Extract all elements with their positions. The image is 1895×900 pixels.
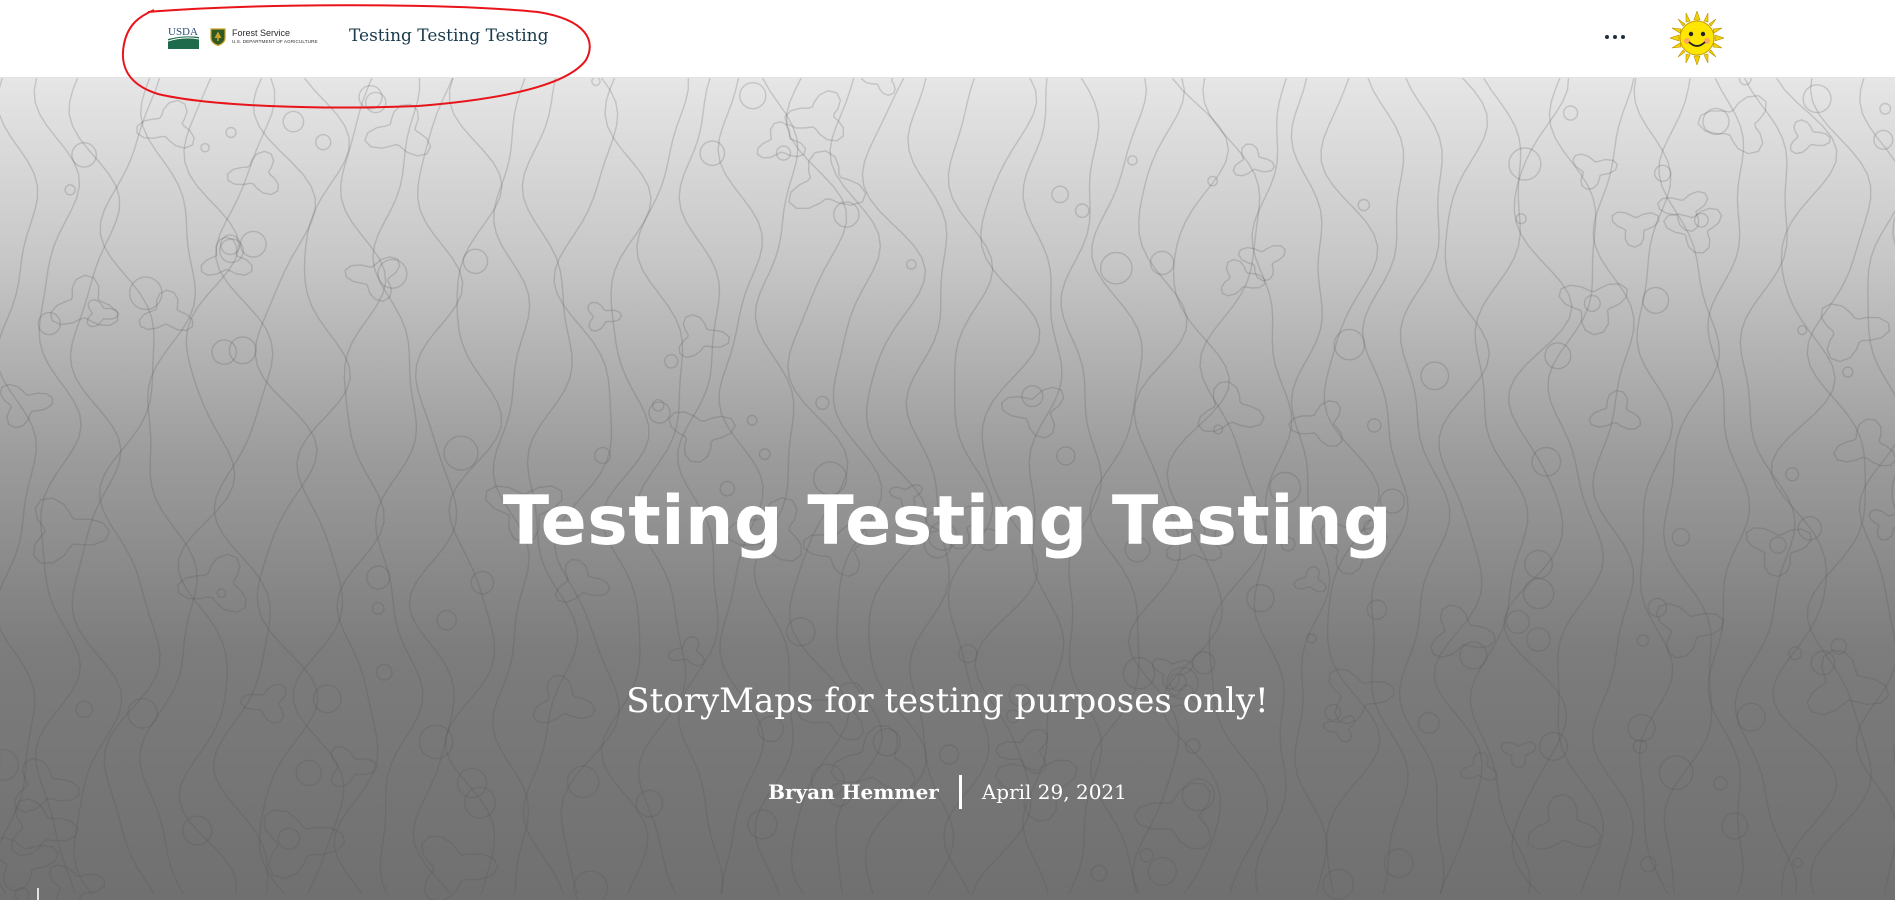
usda-logo: USDA (168, 26, 200, 49)
more-dot (1613, 35, 1617, 39)
site-header: USDA Forest Service U.S. DEPARTMENT OF A… (0, 0, 1895, 78)
more-dot (1621, 35, 1625, 39)
header-story-title[interactable]: Testing Testing Testing (349, 26, 549, 46)
user-avatar[interactable] (1670, 11, 1724, 65)
forest-service-logo: Forest Service U.S. DEPARTMENT OF AGRICU… (210, 28, 318, 46)
story-title: Testing Testing Testing (502, 482, 1393, 561)
brand-logos[interactable]: USDA Forest Service U.S. DEPARTMENT OF A… (168, 22, 318, 52)
more-dot (1605, 35, 1609, 39)
forest-service-name: Forest Service (232, 28, 291, 39)
forest-service-dept: U.S. DEPARTMENT OF AGRICULTURE (232, 39, 318, 45)
story-subtitle: StoryMaps for testing purposes only! (626, 681, 1269, 721)
more-options-button[interactable] (1600, 25, 1630, 49)
svg-text:USDA: USDA (168, 26, 198, 38)
byline: Bryan Hemmer April 29, 2021 (0, 775, 1895, 809)
arrow-down-icon[interactable] (28, 888, 48, 900)
forest-service-shield-icon (210, 28, 226, 46)
hero-cover: Testing Testing Testing StoryMaps for te… (0, 78, 1895, 900)
publish-date: April 29, 2021 (981, 780, 1127, 804)
author-name: Bryan Hemmer (768, 775, 962, 809)
